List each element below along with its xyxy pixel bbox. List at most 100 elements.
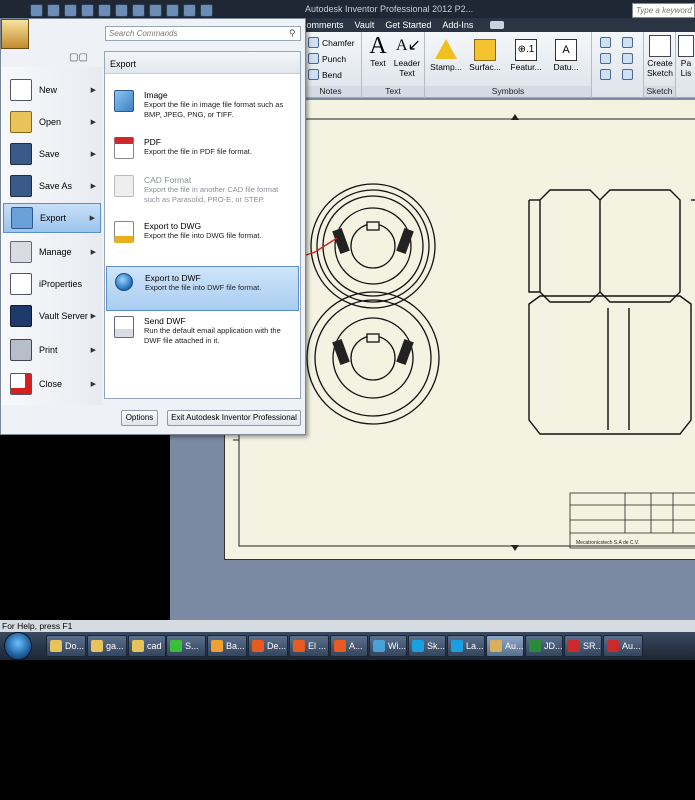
taskbar-item[interactable]: Au... bbox=[603, 635, 643, 657]
menu-item-save[interactable]: Save ▶ bbox=[3, 139, 101, 169]
menu-item-iproperties[interactable]: iProperties bbox=[3, 269, 101, 299]
start-button[interactable] bbox=[4, 632, 32, 660]
circle-tool-icon[interactable] bbox=[600, 53, 611, 64]
bend-button[interactable]: Bend bbox=[308, 69, 342, 80]
text-button[interactable]: A Text bbox=[366, 33, 390, 68]
text-a-icon: A bbox=[369, 33, 387, 59]
taskbar-item[interactable]: SR... bbox=[564, 635, 602, 657]
redo-icon[interactable] bbox=[98, 3, 111, 17]
ribbon-tab-bar: Comments Vault Get Started Add-Ins bbox=[300, 18, 695, 32]
title-block-company: Mecatronicstech S.A de C.V. bbox=[576, 540, 639, 546]
menu-item-new[interactable]: New ▶ bbox=[3, 75, 101, 105]
menu-item-print[interactable]: Print ▶ bbox=[3, 335, 101, 365]
chamfer-icon bbox=[308, 37, 319, 48]
recent-documents-icons[interactable]: ▢▢ bbox=[69, 52, 88, 63]
select-icon[interactable] bbox=[149, 3, 162, 17]
menu-item-vault-server[interactable]: Vault Server ▶ bbox=[3, 301, 101, 331]
parts-list-icon bbox=[678, 35, 694, 57]
options-button[interactable]: Options bbox=[121, 410, 158, 426]
rectangle-tool-icon[interactable] bbox=[600, 69, 611, 80]
menu-item-export[interactable]: Export ▶ bbox=[3, 203, 101, 233]
taskbar-item[interactable]: Ba... bbox=[207, 635, 247, 657]
pdf-icon bbox=[114, 137, 134, 159]
send-dwf-icon bbox=[114, 316, 134, 338]
create-sketch-button[interactable]: Create Sketch bbox=[646, 35, 674, 78]
surface-texture-button[interactable]: Surfac... bbox=[467, 39, 503, 72]
taskbar-item[interactable]: JD... bbox=[525, 635, 563, 657]
quick-access-toolbar bbox=[30, 2, 213, 18]
text-group-label: Text bbox=[362, 86, 424, 97]
measure-icon[interactable] bbox=[183, 3, 196, 17]
datum-button[interactable]: A Datu... bbox=[549, 39, 583, 72]
submenu-arrow-icon: ▶ bbox=[90, 249, 96, 256]
printer-icon bbox=[10, 339, 32, 361]
punch-button[interactable]: Punch bbox=[308, 53, 346, 64]
export-to-dwg-item[interactable]: Export to DWG Export the file into DWG f… bbox=[106, 215, 299, 260]
application-menu: ▢▢ Search Commands ⚲ New ▶ Open ▶ Save ▶ Sa… bbox=[0, 18, 306, 435]
taskbar-item[interactable]: El ... bbox=[289, 635, 329, 657]
print-icon[interactable] bbox=[115, 3, 128, 17]
windows-taskbar: Do... ga... cad S... Ba... De... El ... … bbox=[0, 632, 695, 660]
firefox-icon bbox=[334, 640, 346, 652]
export-icon bbox=[11, 207, 33, 229]
inventor-logo-icon[interactable] bbox=[1, 19, 29, 49]
point-tool-icon[interactable] bbox=[622, 53, 633, 64]
taskbar-item[interactable]: Wi... bbox=[369, 635, 407, 657]
open-icon[interactable] bbox=[47, 3, 60, 17]
undo-icon[interactable] bbox=[81, 3, 94, 17]
taskbar-item[interactable]: Sk... bbox=[408, 635, 446, 657]
new-icon[interactable] bbox=[30, 3, 43, 17]
firefox-icon bbox=[293, 640, 305, 652]
save-icon[interactable] bbox=[64, 3, 77, 17]
sketch-group-label: Sketch bbox=[644, 86, 675, 97]
tab-vault[interactable]: Vault bbox=[355, 20, 386, 30]
dwf-globe-icon bbox=[115, 273, 133, 291]
menu-item-manage[interactable]: Manage ▶ bbox=[3, 237, 101, 267]
search-icon[interactable]: ⚲ bbox=[289, 28, 299, 38]
menu-item-save-as[interactable]: Save As ▶ bbox=[3, 171, 101, 201]
taskbar-item[interactable]: A... bbox=[330, 635, 368, 657]
customize-dropdown-icon[interactable] bbox=[200, 3, 213, 17]
submenu-arrow-icon: ▶ bbox=[90, 183, 96, 190]
update-icon[interactable] bbox=[132, 3, 145, 17]
material-icon[interactable] bbox=[166, 3, 179, 17]
export-submenu: Export Image Export the file in image fi… bbox=[104, 51, 301, 399]
export-to-dwf-item[interactable]: Export to DWF Export the file into DWF f… bbox=[106, 266, 299, 311]
sketch-group: Create Sketch Sketch bbox=[644, 32, 676, 98]
menu-item-open[interactable]: Open ▶ bbox=[3, 107, 101, 137]
taskbar-item[interactable]: La... bbox=[447, 635, 485, 657]
export-cad-format-item[interactable]: CAD Format Export the file in another CA… bbox=[106, 169, 299, 214]
tab-add-ins[interactable]: Add-Ins bbox=[442, 20, 484, 30]
ribbon-options-icon[interactable] bbox=[490, 21, 505, 29]
folder-icon bbox=[132, 640, 144, 652]
taskbar-item[interactable]: De... bbox=[248, 635, 288, 657]
new-document-icon bbox=[10, 79, 32, 101]
ribbon-panel: Chamfer Punch Bend Notes A Text A↙ Leade… bbox=[300, 32, 695, 98]
export-image-item[interactable]: Image Export the file in image file form… bbox=[106, 84, 299, 129]
inventor-icon bbox=[490, 640, 502, 652]
exit-inventor-button[interactable]: Exit Autodesk Inventor Professional bbox=[167, 410, 301, 426]
send-dwf-item[interactable]: Send DWF Run the default email applicati… bbox=[106, 310, 299, 355]
bend-icon bbox=[308, 69, 319, 80]
tab-get-started[interactable]: Get Started bbox=[385, 20, 442, 30]
keyword-search-input[interactable]: Type a keyword bbox=[632, 3, 695, 18]
taskbar-item[interactable]: S... bbox=[166, 635, 206, 657]
submenu-arrow-icon: ▶ bbox=[90, 151, 96, 158]
taskbar-item[interactable]: cad bbox=[128, 635, 166, 657]
menu-item-close[interactable]: Close ▶ bbox=[3, 369, 101, 399]
symbols-group-label: Symbols bbox=[425, 86, 591, 97]
chamfer-button[interactable]: Chamfer bbox=[308, 37, 355, 48]
search-commands-input[interactable]: Search Commands bbox=[105, 26, 301, 41]
stamp-button[interactable]: Stamp... bbox=[428, 39, 464, 72]
tab-comments[interactable]: Comments bbox=[300, 20, 355, 30]
line-tool-icon[interactable] bbox=[600, 37, 611, 48]
parts-list-button[interactable]: Pa Lis bbox=[678, 35, 694, 78]
feature-control-button[interactable]: ⊕.1 Featur... bbox=[507, 39, 545, 72]
taskbar-item[interactable]: Do... bbox=[46, 635, 86, 657]
move-tool-icon[interactable] bbox=[622, 69, 633, 80]
taskbar-item[interactable]: ga... bbox=[87, 635, 127, 657]
arc-tool-icon[interactable] bbox=[622, 37, 633, 48]
taskbar-item-active[interactable]: Au... bbox=[486, 635, 524, 657]
submenu-arrow-icon: ▶ bbox=[90, 87, 96, 94]
leader-text-button[interactable]: A↙ Leader Text bbox=[392, 35, 422, 78]
